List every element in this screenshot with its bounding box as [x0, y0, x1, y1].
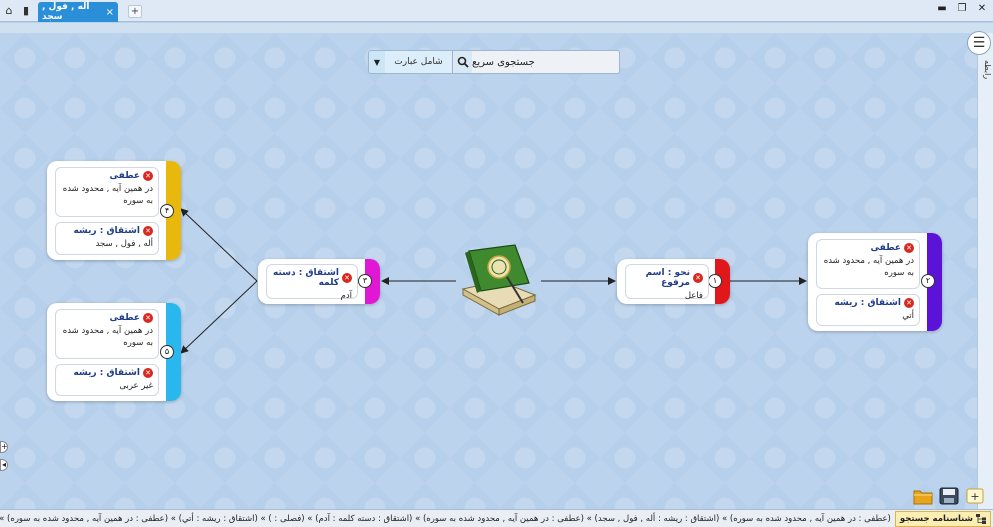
quran-book-image[interactable]	[459, 243, 539, 318]
node-2-item-1-desc: در همین آیه , محدود شده به سوره	[823, 256, 914, 278]
search-input[interactable]: جستجوی سریع	[472, 51, 619, 73]
search-icon	[457, 56, 469, 68]
search-path-text: (عطفی : در همین آیه , محدود شده به سوره)…	[0, 513, 891, 524]
bottom-toolbar: +	[913, 487, 985, 505]
node-4-item-1-desc: در همین آیه , محدود شده به سوره	[62, 184, 153, 206]
node-4-item-1-title: عطفی	[109, 171, 141, 181]
node-2[interactable]: ٢ ✕ عطفی در همین آیه , محدود شده به سوره …	[808, 233, 942, 331]
search-mode-select[interactable]: شامل عبارت	[385, 51, 452, 73]
node-3-item-1: ✕ اشتقاق : دسته کلمه آدم	[266, 264, 358, 301]
node-1-item-1: ✕ نحو : اسم مرفوع فاعل	[625, 264, 709, 301]
delete-icon[interactable]: ✕	[143, 368, 153, 378]
node-3-number: ٣	[358, 274, 372, 288]
node-1-item-1-desc: فاعل	[684, 291, 703, 301]
status-bar: شناسنامه جستجو (عطفی : در همین آیه , محد…	[0, 509, 993, 527]
node-2-item-1-title: عطفی	[870, 243, 902, 253]
node-5-item-1: ✕ عطفی در همین آیه , محدود شده به سوره	[55, 309, 159, 359]
node-2-item-2: ✕ اشتقاق : ریشه أتي	[816, 294, 920, 326]
quran-book-icon	[461, 244, 537, 316]
node-2-number: ٢	[921, 274, 935, 288]
delete-icon[interactable]: ✕	[143, 313, 153, 323]
folder-open-icon[interactable]	[913, 487, 933, 505]
search-button[interactable]	[452, 51, 472, 73]
node-5-item-2-title: اشتقاق : ریشه	[73, 368, 140, 378]
delete-icon[interactable]: ✕	[904, 243, 914, 253]
tree-icon	[976, 513, 986, 524]
node-2-item-2-desc: أتي	[902, 311, 914, 321]
save-icon[interactable]	[939, 487, 959, 505]
node-5-item-2: ✕ اشتقاق : ریشه غیر عربی	[55, 364, 159, 396]
delete-icon[interactable]: ✕	[143, 226, 153, 236]
node-4-item-2-title: اشتقاق : ریشه	[73, 226, 140, 236]
node-4-number: ۴	[160, 204, 174, 218]
node-3-item-1-desc: آدم	[340, 291, 352, 301]
node-1-number: ١	[708, 274, 722, 288]
chevron-down-icon[interactable]: ▼	[369, 51, 385, 73]
quick-search-bar: ▼ شامل عبارت جستجوی سریع	[368, 50, 620, 74]
node-3-item-1-title: اشتقاق : دسته کلمه	[273, 268, 339, 288]
add-icon[interactable]: +	[965, 487, 985, 505]
svg-text:+: +	[970, 490, 979, 503]
node-3[interactable]: ٣ ✕ اشتقاق : دسته کلمه آدم	[258, 259, 380, 304]
delete-icon[interactable]: ✕	[904, 298, 914, 308]
node-2-item-1: ✕ عطفی در همین آیه , محدود شده به سوره	[816, 239, 920, 289]
search-identity-label[interactable]: شناسنامه جستجو	[894, 510, 991, 527]
node-4-item-2-desc: أله , فول , سجد	[95, 239, 153, 249]
node-4[interactable]: ۴ ✕ عطفی در همین آیه , محدود شده به سوره …	[47, 161, 181, 260]
delete-icon[interactable]: ✕	[693, 273, 703, 283]
node-5-item-2-desc: غیر عربی	[119, 381, 153, 391]
delete-icon[interactable]: ✕	[342, 273, 352, 283]
edge-node3-to-node4	[180, 208, 258, 282]
node-4-item-1: ✕ عطفی در همین آیه , محدود شده به سوره	[55, 167, 159, 217]
delete-icon[interactable]: ✕	[143, 171, 153, 181]
node-5-number: ۵	[160, 345, 174, 359]
node-5-item-1-title: عطفی	[109, 313, 141, 323]
search-identity-text: شناسنامه جستجو	[899, 513, 973, 524]
node-1-item-1-title: نحو : اسم مرفوع	[645, 268, 690, 288]
node-4-item-2: ✕ اشتقاق : ریشه أله , فول , سجد	[55, 222, 159, 255]
node-5[interactable]: ۵ ✕ عطفی در همین آیه , محدود شده به سوره …	[47, 303, 181, 401]
node-1[interactable]: ١ ✕ نحو : اسم مرفوع فاعل	[617, 259, 730, 304]
node-5-item-1-desc: در همین آیه , محدود شده به سوره	[62, 326, 153, 348]
node-2-item-2-title: اشتقاق : ریشه	[834, 298, 901, 308]
edge-node3-to-node5	[180, 280, 258, 354]
